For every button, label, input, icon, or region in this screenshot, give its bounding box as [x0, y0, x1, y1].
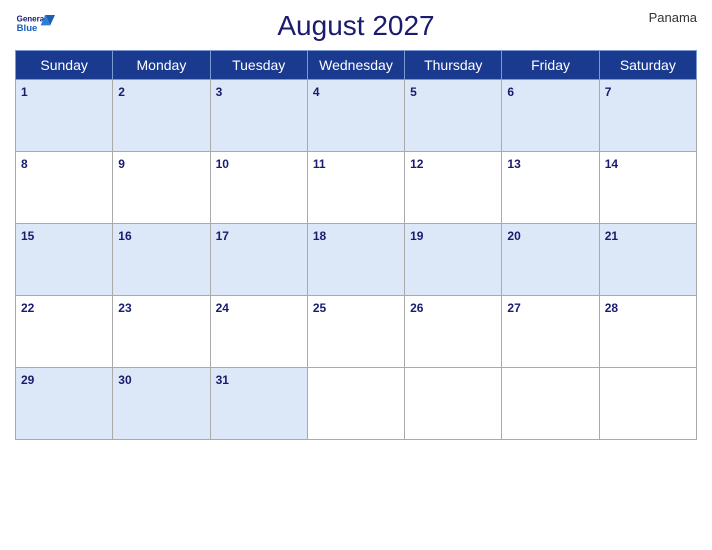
calendar-cell [307, 368, 404, 440]
calendar-cell: 1 [16, 80, 113, 152]
header-thursday: Thursday [405, 51, 502, 80]
day-number: 28 [605, 301, 618, 315]
day-number: 25 [313, 301, 326, 315]
day-number: 27 [507, 301, 520, 315]
header-friday: Friday [502, 51, 599, 80]
day-number: 15 [21, 229, 34, 243]
day-number: 18 [313, 229, 326, 243]
weekday-header-row: Sunday Monday Tuesday Wednesday Thursday… [16, 51, 697, 80]
calendar-cell: 30 [113, 368, 210, 440]
calendar-container: General Blue August 2027 Panama Sunday M… [0, 0, 712, 550]
calendar-cell: 27 [502, 296, 599, 368]
calendar-cell: 13 [502, 152, 599, 224]
day-number: 1 [21, 85, 28, 99]
header-sunday: Sunday [16, 51, 113, 80]
calendar-cell: 25 [307, 296, 404, 368]
calendar-cell: 28 [599, 296, 696, 368]
day-number: 26 [410, 301, 423, 315]
country-label: Panama [649, 10, 697, 25]
header-tuesday: Tuesday [210, 51, 307, 80]
calendar-cell: 20 [502, 224, 599, 296]
calendar-cell: 31 [210, 368, 307, 440]
calendar-cell: 11 [307, 152, 404, 224]
header-wednesday: Wednesday [307, 51, 404, 80]
svg-text:General: General [17, 14, 47, 23]
svg-text:Blue: Blue [17, 23, 38, 34]
calendar-cell: 18 [307, 224, 404, 296]
day-number: 11 [313, 157, 326, 171]
day-number: 4 [313, 85, 320, 99]
calendar-cell: 12 [405, 152, 502, 224]
day-number: 23 [118, 301, 131, 315]
calendar-cell: 6 [502, 80, 599, 152]
calendar-cell: 22 [16, 296, 113, 368]
day-number: 20 [507, 229, 520, 243]
day-number: 31 [216, 373, 229, 387]
day-number: 19 [410, 229, 423, 243]
week-row-3: 15 16 17 18 19 20 21 [16, 224, 697, 296]
calendar-cell: 16 [113, 224, 210, 296]
calendar-table: Sunday Monday Tuesday Wednesday Thursday… [15, 50, 697, 440]
calendar-cell: 10 [210, 152, 307, 224]
week-row-5: 29 30 31 [16, 368, 697, 440]
day-number: 2 [118, 85, 125, 99]
week-row-2: 8 9 10 11 12 13 14 [16, 152, 697, 224]
calendar-cell: 15 [16, 224, 113, 296]
month-title: August 2027 [277, 10, 434, 42]
day-number: 13 [507, 157, 520, 171]
day-number: 17 [216, 229, 229, 243]
calendar-cell [502, 368, 599, 440]
calendar-body: 1234567891011121314151617181920212223242… [16, 80, 697, 440]
day-number: 16 [118, 229, 131, 243]
calendar-cell: 17 [210, 224, 307, 296]
day-number: 14 [605, 157, 618, 171]
day-number: 7 [605, 85, 612, 99]
calendar-header: General Blue August 2027 Panama [15, 10, 697, 42]
day-number: 6 [507, 85, 514, 99]
calendar-cell [599, 368, 696, 440]
calendar-cell: 23 [113, 296, 210, 368]
calendar-cell: 14 [599, 152, 696, 224]
calendar-cell: 24 [210, 296, 307, 368]
week-row-4: 22 23 24 25 26 27 28 [16, 296, 697, 368]
day-number: 9 [118, 157, 125, 171]
calendar-cell: 8 [16, 152, 113, 224]
day-number: 22 [21, 301, 34, 315]
calendar-cell: 9 [113, 152, 210, 224]
calendar-cell: 5 [405, 80, 502, 152]
calendar-cell: 7 [599, 80, 696, 152]
day-number: 10 [216, 157, 229, 171]
logo-icon: General Blue [15, 10, 55, 40]
day-number: 21 [605, 229, 618, 243]
week-row-1: 1 2 3 4 5 6 7 [16, 80, 697, 152]
day-number: 3 [216, 85, 223, 99]
day-number: 30 [118, 373, 131, 387]
calendar-cell: 3 [210, 80, 307, 152]
day-number: 12 [410, 157, 423, 171]
calendar-cell: 19 [405, 224, 502, 296]
header-monday: Monday [113, 51, 210, 80]
header-saturday: Saturday [599, 51, 696, 80]
calendar-cell [405, 368, 502, 440]
day-number: 5 [410, 85, 417, 99]
calendar-cell: 4 [307, 80, 404, 152]
day-number: 8 [21, 157, 28, 171]
calendar-cell: 26 [405, 296, 502, 368]
day-number: 29 [21, 373, 34, 387]
day-number: 24 [216, 301, 229, 315]
calendar-cell: 21 [599, 224, 696, 296]
calendar-cell: 2 [113, 80, 210, 152]
logo-area: General Blue [15, 10, 55, 40]
calendar-cell: 29 [16, 368, 113, 440]
